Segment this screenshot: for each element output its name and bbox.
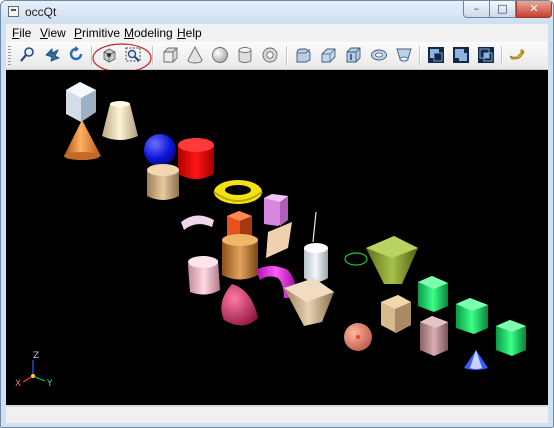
menu-primitive[interactable]: Primitive <box>74 26 120 40</box>
axis-trihedron: Z X Y <box>15 351 53 389</box>
zoom-icon <box>20 47 34 62</box>
sphere-icon <box>212 47 228 63</box>
reset-view-button[interactable] <box>98 44 121 66</box>
green-box-2 <box>456 298 488 334</box>
reset-view-icon <box>103 48 116 63</box>
olive-frustum <box>366 236 418 284</box>
close-button[interactable]: ✕ <box>516 1 552 18</box>
blue-sphere <box>144 134 176 166</box>
menu-help[interactable]: Help <box>177 26 202 40</box>
rotate-button[interactable] <box>65 44 88 66</box>
about-icon <box>509 49 525 60</box>
tan-box <box>381 295 411 333</box>
axis-x-label: X <box>15 379 21 389</box>
cut-icon <box>428 47 444 63</box>
axis-z-label: Z <box>33 351 39 361</box>
fillet-icon <box>296 48 311 63</box>
minimize-button[interactable]: – <box>463 1 490 18</box>
bronze-cylinder <box>222 234 258 280</box>
cone-button[interactable] <box>184 44 207 66</box>
sphere-button[interactable] <box>209 44 232 66</box>
zoom-button[interactable] <box>16 44 39 66</box>
yellow-torus <box>213 180 263 204</box>
green-box-3 <box>496 320 526 356</box>
title-bar[interactable]: occQt – □ ✕ <box>1 1 553 23</box>
rotate-icon <box>69 46 83 61</box>
fit-all-button[interactable] <box>122 44 145 66</box>
common-icon <box>478 47 494 63</box>
box-button[interactable] <box>159 44 182 66</box>
fit-all-icon <box>125 47 141 62</box>
pink-cylinder <box>188 256 220 295</box>
loft-button[interactable] <box>393 44 416 66</box>
scene: Z X Y <box>15 82 526 389</box>
crimson-paraboloid <box>221 284 258 326</box>
white-box <box>66 82 96 122</box>
tan-cylinder <box>147 164 179 200</box>
toolbar-separator <box>152 46 154 65</box>
toolbar-separator <box>419 46 421 65</box>
green-box-1 <box>418 276 448 312</box>
app-icon <box>8 6 19 17</box>
common-button[interactable] <box>475 44 498 66</box>
cone-icon <box>187 46 203 64</box>
extrude-button[interactable] <box>342 44 365 66</box>
rose-box <box>420 316 448 356</box>
toolbar-separator <box>91 46 93 65</box>
torus-button[interactable] <box>259 44 282 66</box>
app-window: occQt – □ ✕ File View Primitive Modeling… <box>0 0 554 428</box>
torus-icon <box>262 47 278 63</box>
blue-wedge <box>464 350 488 370</box>
violet-box <box>264 194 288 226</box>
3d-viewport[interactable]: Z X Y <box>6 70 548 405</box>
chamfer-button[interactable] <box>317 44 340 66</box>
menu-bar: File View Primitive Modeling Help <box>6 24 548 43</box>
pan-icon <box>45 48 60 62</box>
pan-button[interactable] <box>41 44 64 66</box>
status-bar <box>6 406 548 423</box>
menu-view[interactable]: View <box>40 26 66 40</box>
revolve-icon <box>371 49 387 61</box>
loft-icon <box>396 48 412 62</box>
white-cylinder <box>304 243 328 282</box>
red-cylinder <box>178 138 214 179</box>
toolbar-grip[interactable] <box>8 46 11 65</box>
toolbar-separator <box>286 46 288 65</box>
chamfer-icon <box>321 48 336 63</box>
salmon-sphere <box>344 323 372 351</box>
maximize-button[interactable]: □ <box>490 1 516 18</box>
cut-button[interactable] <box>425 44 448 66</box>
menu-file[interactable]: File <box>12 26 31 40</box>
cylinder-icon <box>238 47 252 63</box>
window-title: occQt <box>25 5 57 19</box>
fuse-icon <box>453 47 469 63</box>
revolve-button[interactable] <box>368 44 391 66</box>
toolbar-separator <box>501 46 503 65</box>
extrude-icon <box>346 47 361 63</box>
fillet-button[interactable] <box>292 44 315 66</box>
fuse-button[interactable] <box>450 44 473 66</box>
axis-y-label: Y <box>46 379 53 389</box>
about-button[interactable] <box>506 44 529 66</box>
menu-modeling[interactable]: Modeling <box>124 26 173 40</box>
pink-bent-tube <box>181 215 214 230</box>
green-wire-circle <box>344 252 368 266</box>
beige-plane <box>266 222 292 258</box>
cream-cone <box>102 101 138 140</box>
cylinder-button[interactable] <box>234 44 257 66</box>
toolbar <box>6 42 548 70</box>
white-line <box>312 211 317 243</box>
orange-cone <box>64 120 101 160</box>
box-icon <box>163 47 178 63</box>
